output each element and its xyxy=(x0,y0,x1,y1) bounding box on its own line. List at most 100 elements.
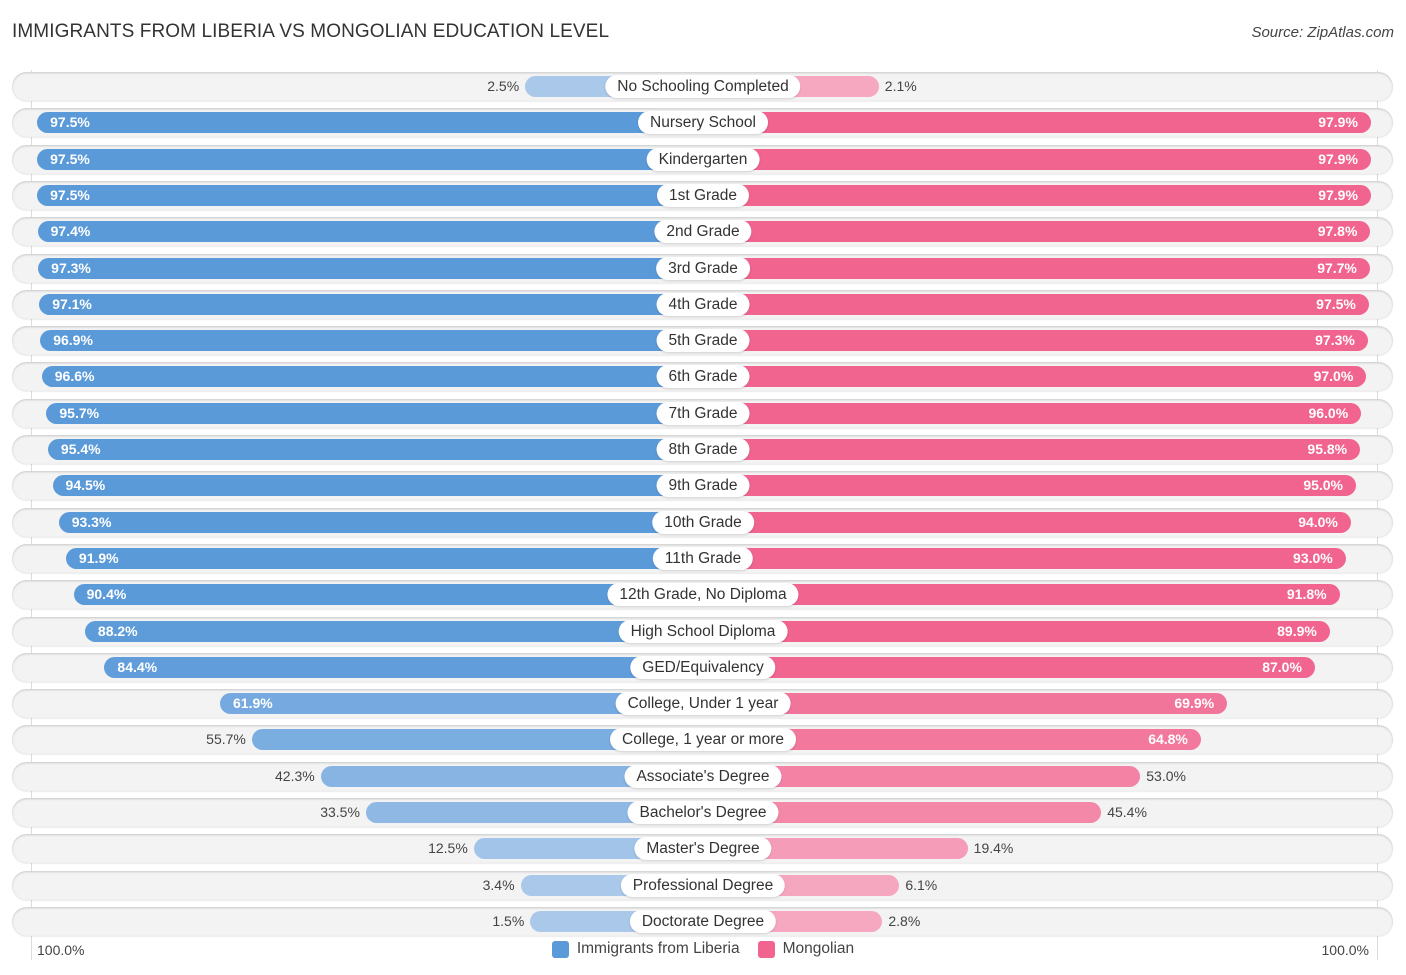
value-label-mongolian: 97.3% xyxy=(1315,332,1355,349)
category-label: Bachelor's Degree xyxy=(627,801,779,824)
category-label: No Schooling Completed xyxy=(605,75,801,98)
category-label: Doctorate Degree xyxy=(629,909,777,933)
category-label: 7th Grade xyxy=(656,401,750,425)
bar-row: 95.7% 96.0% 7th Grade xyxy=(12,398,1393,428)
bar-row: 97.1% 97.5% 4th Grade xyxy=(12,289,1393,319)
value-label-liberia: 97.3% xyxy=(51,259,91,276)
value-label-mongolian: 87.0% xyxy=(1262,658,1302,675)
value-label-mongolian: 19.4% xyxy=(973,840,1014,857)
bar-row: 91.9% 93.0% 11th Grade xyxy=(12,543,1393,573)
legend-item-liberia: Immigrants from Liberia xyxy=(551,940,740,958)
value-label-mongolian: 64.8% xyxy=(1148,731,1188,748)
value-label-liberia: 88.2% xyxy=(97,622,138,639)
chart-plot-area: 2.5% 2.1% No Schooling Completed 97.5% 97.9%… xyxy=(0,0,1406,975)
value-label-liberia: 55.7% xyxy=(206,731,246,748)
bar-mongolian xyxy=(703,547,1346,569)
value-label-mongolian: 2.8% xyxy=(888,912,921,929)
value-label-mongolian: 97.9% xyxy=(1318,114,1358,131)
bar-mongolian xyxy=(703,148,1371,170)
bar-row: 1.5% 2.8% Doctorate Degree xyxy=(12,906,1393,936)
bar-row: 97.3% 97.7% 3rd Grade xyxy=(12,253,1393,283)
value-label-mongolian: 97.7% xyxy=(1317,259,1357,276)
bar-liberia xyxy=(37,184,703,206)
value-label-mongolian: 97.0% xyxy=(1313,368,1354,385)
value-label-mongolian: 94.0% xyxy=(1298,513,1338,530)
bar-mongolian xyxy=(703,620,1330,642)
legend-swatch-mongolian xyxy=(757,940,775,958)
bar-mongolian xyxy=(703,257,1370,279)
value-label-liberia: 93.3% xyxy=(71,513,112,530)
value-label-liberia: 94.5% xyxy=(65,477,106,494)
category-label: Master's Degree xyxy=(634,837,772,861)
category-label: 8th Grade xyxy=(656,438,750,461)
bar-row: 97.4% 97.8% 2nd Grade xyxy=(12,217,1393,247)
bar-row: 94.5% 95.0% 9th Grade xyxy=(12,471,1393,501)
category-label: 12th Grade, No Diploma xyxy=(607,583,799,607)
value-label-liberia: 84.4% xyxy=(117,658,158,675)
bar-row: 96.9% 97.3% 5th Grade xyxy=(12,326,1393,356)
bar-liberia xyxy=(37,148,703,170)
bar-mongolian xyxy=(703,656,1315,678)
bar-liberia xyxy=(39,293,703,315)
legend-label-mongolian: Mongolian xyxy=(782,940,855,957)
legend-swatch-liberia xyxy=(551,940,569,958)
category-label: Associate's Degree xyxy=(624,764,782,788)
value-label-mongolian: 97.9% xyxy=(1318,150,1358,167)
value-label-liberia: 95.7% xyxy=(59,404,100,421)
value-label-liberia: 97.5% xyxy=(50,150,90,167)
bar-liberia xyxy=(104,656,703,678)
value-label-liberia: 97.1% xyxy=(52,295,92,312)
value-label-liberia: 1.5% xyxy=(492,912,525,929)
bar-row: 96.6% 97.0% 6th Grade xyxy=(12,362,1393,392)
category-label: 4th Grade xyxy=(656,292,750,316)
value-label-mongolian: 89.9% xyxy=(1277,622,1317,639)
bar-mongolian xyxy=(703,402,1362,424)
bar-mongolian xyxy=(703,184,1371,206)
value-label-liberia: 97.4% xyxy=(50,223,91,240)
bar-row: 97.5% 97.9% Kindergarten xyxy=(12,144,1393,174)
bar-liberia xyxy=(41,366,703,388)
bar-row: 55.7% 64.8% College, 1 year or more xyxy=(12,725,1393,755)
value-label-mongolian: 69.9% xyxy=(1174,695,1215,712)
category-label: Nursery School xyxy=(638,111,768,135)
bar-liberia xyxy=(47,439,703,460)
bar-liberia xyxy=(65,547,703,569)
bar-row: 90.4% 91.8% 12th Grade, No Diploma xyxy=(12,580,1393,610)
value-label-mongolian: 93.0% xyxy=(1293,549,1333,566)
bar-row: 42.3% 53.0% Associate's Degree xyxy=(12,761,1393,791)
bar-row: 97.5% 97.9% 1st Grade xyxy=(12,180,1393,210)
bar-mongolian xyxy=(703,221,1371,243)
bar-row: 95.4% 95.8% 8th Grade xyxy=(12,435,1393,464)
bar-row: 93.3% 94.0% 10th Grade xyxy=(12,507,1393,537)
bar-mongolian xyxy=(703,330,1368,352)
value-label-liberia: 97.5% xyxy=(50,114,90,131)
value-label-liberia: 96.6% xyxy=(54,368,95,385)
category-label: Kindergarten xyxy=(646,147,760,171)
value-label-liberia: 61.9% xyxy=(233,695,273,712)
value-label-liberia: 91.9% xyxy=(78,549,119,566)
value-label-mongolian: 6.1% xyxy=(905,876,938,893)
value-label-mongolian: 97.9% xyxy=(1318,186,1358,203)
category-label: 9th Grade xyxy=(656,474,750,498)
value-label-mongolian: 97.8% xyxy=(1317,223,1358,240)
category-label: 11th Grade xyxy=(652,546,754,570)
value-label-mongolian: 45.4% xyxy=(1107,804,1147,820)
bar-row: 33.5% 45.4% Bachelor's Degree xyxy=(12,798,1393,827)
category-label: Professional Degree xyxy=(620,873,786,897)
bar-liberia xyxy=(37,221,703,243)
category-label: High School Diploma xyxy=(618,619,788,643)
category-label: GED/Equivalency xyxy=(630,655,776,679)
bar-row: 12.5% 19.4% Master's Degree xyxy=(12,834,1393,864)
value-label-liberia: 12.5% xyxy=(428,840,468,857)
bar-mongolian xyxy=(703,439,1361,460)
value-label-liberia: 90.4% xyxy=(86,586,127,603)
legend-label-liberia: Immigrants from Liberia xyxy=(576,940,740,957)
bar-mongolian xyxy=(703,112,1371,134)
bar-row: 3.4% 6.1% Professional Degree xyxy=(12,870,1393,900)
bar-liberia xyxy=(38,257,703,279)
value-label-mongolian: 96.0% xyxy=(1308,404,1349,421)
category-label: 2nd Grade xyxy=(654,220,752,244)
bar-row: 84.4% 87.0% GED/Equivalency xyxy=(12,652,1393,682)
value-label-liberia: 2.5% xyxy=(487,78,520,94)
value-label-mongolian: 2.1% xyxy=(884,78,917,94)
